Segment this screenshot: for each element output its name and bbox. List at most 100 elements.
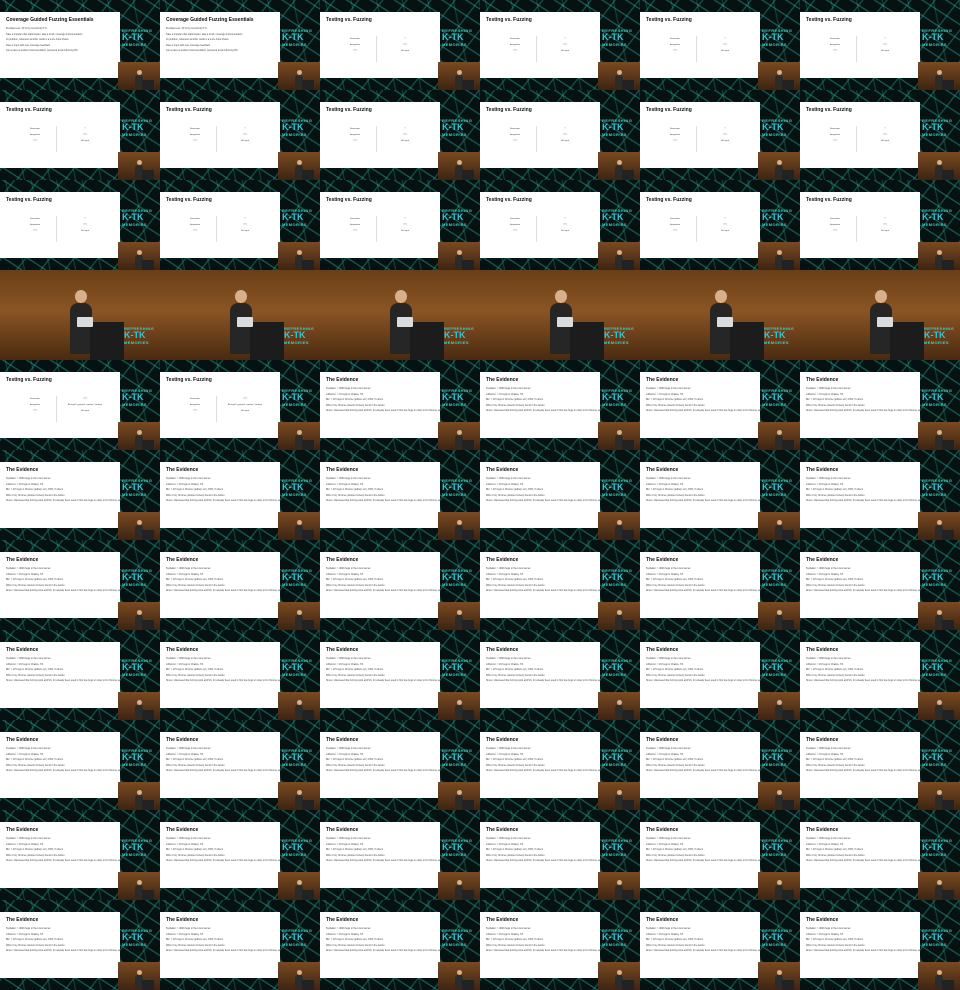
slide-line: Since I discussed that fuzzing work at R…	[326, 409, 440, 413]
thumbnail-tile: The Evidence Syzkaller: > 3000 bugs in th…	[160, 450, 320, 540]
slide-line: Libfuzzer: > 16 bugs in Chakra, 7th	[646, 572, 684, 576]
slide-line: Syzkaller: > 3000 bugs in the Linux kern…	[166, 747, 211, 750]
stage-shot: REFRESHING K-TK MEMORIES	[800, 270, 960, 360]
slide-line: 99% of my Chrome (cluster fuzzers) found…	[166, 853, 225, 857]
slide-line: Since I discussed that fuzzing work at R…	[646, 859, 760, 863]
slide-line: Libfuzzer: > 16 bugs in Chakra, 7th	[646, 662, 684, 666]
thumbnail-tile: The Evidence Syzkaller: > 3000 bugs in th…	[480, 450, 640, 540]
thumbnail-tile: Testing vs. Fuzzing Execution? Integration…	[800, 0, 960, 90]
table-cell: Git input	[560, 50, 570, 52]
slide-line: Since I discussed that fuzzing work at R…	[646, 679, 760, 683]
brand-line: MEMORIES	[122, 132, 147, 137]
table-cell: Integration	[509, 134, 521, 136]
slide-line: 99% of my Chrome (cluster fuzzers) found…	[166, 943, 225, 947]
slide-line: Syzkaller: > 3000 bugs in the Linux kern…	[326, 837, 371, 840]
slide-line: Bkr: > 1P bugs in Chrome (pdfium etc.) O…	[646, 578, 704, 582]
slide-line: Syzkaller: > 3000 bugs in the Linux kern…	[326, 477, 371, 480]
lectern	[302, 890, 314, 900]
speaker-inset	[598, 422, 640, 450]
brand-line: K-TK	[762, 392, 784, 402]
comparison-table: Execution? Integration?????? Git input	[490, 38, 590, 52]
brand-line: MEMORIES	[762, 672, 787, 677]
table-cell: ???	[83, 224, 87, 226]
lectern	[942, 530, 954, 540]
lectern	[142, 440, 154, 450]
thumbnail-sheet: Coverage Guided Fuzzing Essentials Persis…	[0, 0, 960, 990]
thumbnail-tile: The Evidence Syzkaller: > 3000 bugs in th…	[320, 810, 480, 900]
speaker-inset	[278, 62, 320, 90]
slide: The Evidence Syzkaller: > 3000 bugs in th…	[160, 642, 280, 708]
brand-logo: REFRESHING K-TK MEMORIES	[284, 326, 320, 360]
slide-title: The Evidence	[486, 467, 519, 473]
lectern	[302, 260, 314, 270]
brand-line: MEMORIES	[442, 672, 467, 677]
speaker-inset	[278, 512, 320, 540]
speaker-inset	[918, 512, 960, 540]
speaker-head	[715, 290, 727, 303]
lectern	[570, 322, 604, 360]
table-cell: Git input	[880, 50, 890, 52]
slide: The Evidence Syzkaller: > 3000 bugs in th…	[320, 912, 440, 978]
table-cell: ?	[244, 218, 246, 220]
slide: The Evidence Syzkaller: > 3000 bugs in th…	[800, 732, 920, 798]
table-cell: ???	[563, 224, 567, 226]
slide-line: Since I discussed that fuzzing work at R…	[646, 589, 760, 593]
slide-line: 99% of my Chrome (cluster fuzzers) found…	[326, 853, 385, 857]
speaker-inset	[438, 242, 480, 270]
speaker-inset	[918, 872, 960, 900]
table-cell: Git input	[80, 140, 90, 142]
slide: The Evidence Syzkaller: > 3000 bugs in th…	[160, 462, 280, 528]
slide-line: Libfuzzer: > 16 bugs in Chakra, 7th	[646, 482, 684, 486]
lectern	[782, 620, 794, 630]
slide-line: Bkr: > 1P bugs in Chrome (pdfium etc.) O…	[486, 668, 544, 672]
slide-line: 99% of my Chrome (cluster fuzzers) found…	[486, 853, 545, 857]
slide-title: The Evidence	[166, 737, 199, 743]
brand-line: K-TK	[442, 572, 464, 582]
comparison-table: Execution??? Integration Bit input / gener…	[170, 398, 270, 412]
slide-line: Syzkaller: > 3000 bugs in the Linux kern…	[166, 657, 211, 660]
slide-line: Syzkaller: > 3000 bugs in the Linux kern…	[646, 837, 691, 840]
table-cell: ???	[83, 134, 87, 136]
slide-line: Syzkaller: > 3000 bugs in the Linux kern…	[6, 747, 51, 750]
table-cell: ???	[353, 50, 357, 52]
slide-line: Bkr: > 1P bugs in Chrome (pdfium etc.) O…	[6, 848, 64, 852]
brand-line: K-TK	[602, 392, 624, 402]
table-cell: Execution	[350, 128, 360, 130]
slide-line: Persistent etc. (8 % by current bit) 8 %	[6, 27, 47, 30]
brand-line: K-TK	[442, 32, 464, 42]
slide: Testing vs. Fuzzing Execution? Integration…	[800, 192, 920, 258]
table-cell: ???	[243, 134, 247, 136]
brand-logo: REFRESHING K-TK MEMORIES	[444, 326, 480, 360]
slide-line: Syzkaller: > 3000 bugs in the Linux kern…	[646, 477, 691, 480]
slide-line: Syzkaller: > 3000 bugs in the Linux kern…	[166, 477, 211, 480]
speaker-inset	[278, 152, 320, 180]
slide-title: The Evidence	[806, 557, 839, 563]
lectern	[622, 710, 634, 720]
slide-line: Libfuzzer: > 16 bugs in Chakra, 7th	[326, 932, 364, 936]
slide-line: Syzkaller: > 3000 bugs in the Linux kern…	[6, 567, 51, 570]
thumbnail-tile: REFRESHING K-TK MEMORIES	[160, 270, 320, 360]
slide-line: Syzkaller: > 3000 bugs in the Linux kern…	[6, 477, 51, 480]
lectern	[302, 530, 314, 540]
slide: The Evidence Syzkaller: > 3000 bugs in th…	[320, 552, 440, 618]
slide-title: The Evidence	[806, 827, 839, 833]
brand-line: K-TK	[922, 482, 944, 492]
laptop	[557, 317, 573, 327]
slide-line: 99% of my Chrome (cluster fuzzers) found…	[166, 583, 225, 587]
slide-line: Bkr: > 1P bugs in Chrome (pdfium etc.) O…	[646, 398, 704, 402]
brand-line: K-TK	[282, 932, 304, 942]
thumbnail-tile: The Evidence Syzkaller: > 3000 bugs in th…	[480, 360, 640, 450]
thumbnail-tile: The Evidence Syzkaller: > 3000 bugs in th…	[320, 900, 480, 990]
slide-line: Libfuzzer: > 16 bugs in Chakra, 7th	[166, 572, 204, 576]
slide: The Evidence Syzkaller: > 3000 bugs in th…	[800, 822, 920, 888]
slide-title: The Evidence	[806, 377, 839, 383]
brand-line: K-TK	[762, 752, 784, 762]
table-cell: Integration	[509, 44, 521, 46]
thumbnail-tile: Testing vs. Fuzzing Execution? Integration…	[480, 0, 640, 90]
slide-line: Since I discussed that fuzzing work at R…	[166, 679, 280, 683]
slide-title: Testing vs. Fuzzing	[326, 197, 372, 203]
slide: The Evidence Syzkaller: > 3000 bugs in th…	[480, 642, 600, 708]
brand-line: K-TK	[442, 122, 464, 132]
slide: Testing vs. Fuzzing Execution??? Integrati…	[160, 372, 280, 438]
thumbnail-tile: The Evidence Syzkaller: > 3000 bugs in th…	[640, 810, 800, 900]
